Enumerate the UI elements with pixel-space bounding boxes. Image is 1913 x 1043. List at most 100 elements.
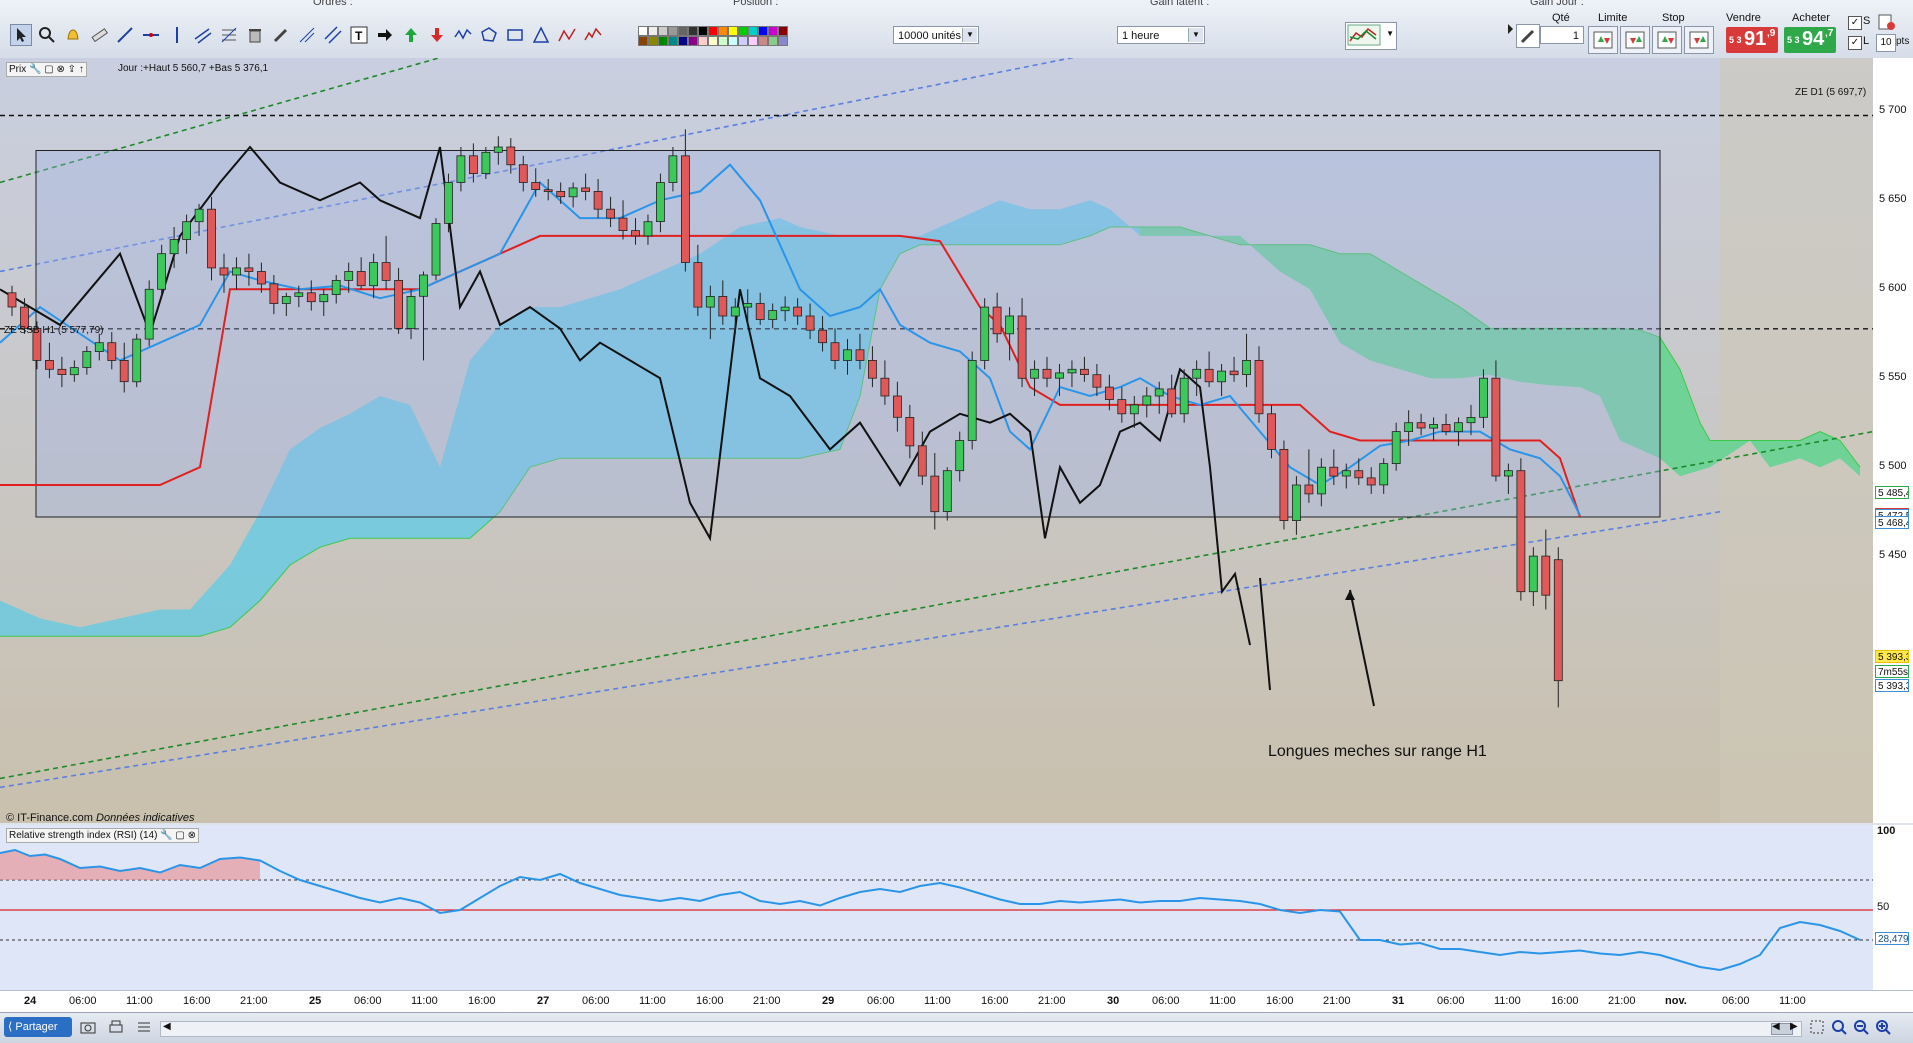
elliott-tool-button[interactable] [582, 24, 604, 46]
pitchfork-tool-button[interactable] [296, 24, 318, 46]
zigzag-tool-button[interactable] [556, 24, 578, 46]
price-axis[interactable]: 5 700 5 650 5 600 5 550 5 500 5 450 5 485,4 5 4… [1873, 58, 1913, 823]
color-swatch[interactable] [658, 36, 668, 46]
color-swatch[interactable] [728, 26, 738, 36]
delete-tool-button[interactable] [244, 24, 266, 46]
color-swatch[interactable] [708, 26, 718, 36]
sell-arrow-tool-button[interactable] [426, 24, 448, 46]
zoom-out-button[interactable] [1852, 1018, 1870, 1036]
color-swatch[interactable] [778, 36, 788, 46]
color-swatch[interactable] [738, 36, 748, 46]
fit-button[interactable] [1808, 1018, 1826, 1036]
timeframe-select[interactable]: 1 heure ▼ [1117, 26, 1205, 44]
checkbox-s[interactable]: ✓ [1848, 16, 1862, 30]
collapse-panel-icon[interactable] [1508, 18, 1514, 40]
zoom-tool-button[interactable] [36, 24, 58, 46]
sell-button[interactable]: 5 3 91 ,9 [1726, 27, 1778, 53]
pointer-tool-button[interactable] [10, 24, 32, 46]
color-swatch[interactable] [688, 36, 698, 46]
arrow-right-icon [378, 29, 392, 41]
scroll-left-icon[interactable]: ◀ [163, 1021, 171, 1032]
magnet-tool-button[interactable] [270, 24, 292, 46]
buy-button[interactable]: 5 3 94 ,7 [1784, 27, 1836, 53]
rsi-axis[interactable]: 100 50 28,479 [1873, 825, 1913, 990]
qty-input[interactable]: 1 [1540, 26, 1584, 44]
color-swatch[interactable] [758, 26, 768, 36]
trendline-tool-button[interactable] [114, 24, 136, 46]
color-swatch[interactable] [678, 26, 688, 36]
stop-buy-button[interactable] [1652, 26, 1682, 54]
close-icon[interactable]: ⊗ [56, 64, 64, 75]
buy-arrow-tool-button[interactable] [400, 24, 422, 46]
color-swatch[interactable] [668, 36, 678, 46]
candle-body [1341, 470, 1351, 477]
settings-wrench-button[interactable] [1516, 24, 1540, 48]
color-swatch[interactable] [678, 36, 688, 46]
color-palette[interactable] [638, 24, 788, 48]
parallel-tool-button[interactable] [322, 24, 344, 46]
candle-body [556, 190, 566, 198]
color-swatch[interactable] [638, 26, 648, 36]
up-arrow-icon[interactable]: ↑ [79, 64, 84, 75]
channel-tool-button[interactable] [192, 24, 214, 46]
window-icon[interactable]: ▢ [175, 830, 184, 841]
ruler-tool-button[interactable] [88, 24, 110, 46]
alert-tool-button[interactable] [62, 24, 84, 46]
window-icon[interactable]: ▢ [44, 64, 53, 75]
wrench-icon[interactable]: 🔧 [160, 830, 172, 841]
hline-tool-button[interactable] [140, 24, 162, 46]
text-tool-button[interactable]: T [348, 24, 370, 46]
horizontal-scrollbar[interactable]: ◀ [160, 1021, 1802, 1037]
price-chart[interactable]: Longues meches sur range H1 ZE D1 (5 697… [0, 58, 1873, 823]
channel-icon [194, 28, 212, 44]
stop-sell-button[interactable] [1684, 26, 1714, 54]
zoom-in-button[interactable] [1874, 1018, 1892, 1036]
color-swatch[interactable] [738, 26, 748, 36]
fibo-tool-button[interactable] [218, 24, 240, 46]
pts-input[interactable]: 10 [1876, 34, 1896, 52]
color-swatch[interactable] [648, 36, 658, 46]
share-button[interactable]: ⟨ Partager [4, 1017, 72, 1037]
color-swatch[interactable] [718, 26, 728, 36]
color-swatch[interactable] [748, 36, 758, 46]
limit-sell-button[interactable] [1620, 26, 1650, 54]
arrow-tool-button[interactable] [374, 24, 396, 46]
color-swatch[interactable] [708, 36, 718, 46]
color-swatch[interactable] [778, 26, 788, 36]
color-swatch[interactable] [668, 26, 678, 36]
color-swatch[interactable] [718, 36, 728, 46]
color-swatch[interactable] [698, 36, 708, 46]
checkbox-l[interactable]: ✓ [1848, 36, 1862, 50]
rectangle-tool-button[interactable] [504, 24, 526, 46]
screenshot-button[interactable] [80, 1019, 96, 1035]
triangle-tool-button[interactable] [530, 24, 552, 46]
color-swatch[interactable] [698, 26, 708, 36]
limit-buy-button[interactable] [1588, 26, 1618, 54]
scroll-right-end-icon[interactable]: ▶ [1790, 1021, 1798, 1032]
color-swatch[interactable] [768, 26, 778, 36]
rsi-chart[interactable] [0, 825, 1873, 990]
print-button[interactable] [108, 1019, 124, 1035]
time-axis[interactable]: 24 06:00 11:00 16:00 21:00 25 06:00 11:00 16:00 2… [0, 990, 1913, 1013]
wrench-icon[interactable]: 🔧 [29, 64, 41, 75]
list-button[interactable] [136, 1019, 152, 1035]
order-ticket-button[interactable] [1876, 12, 1896, 32]
quantity-select[interactable]: 10000 unités ▼ [893, 26, 979, 44]
color-swatch[interactable] [648, 26, 658, 36]
close-icon[interactable]: ⊗ [188, 830, 196, 841]
color-swatch[interactable] [658, 26, 668, 36]
vline-tool-button[interactable] [166, 24, 188, 46]
lasso-tool-button[interactable] [478, 24, 500, 46]
freehand-tool-button[interactable] [452, 24, 474, 46]
color-swatch[interactable] [688, 26, 698, 36]
color-swatch[interactable] [748, 26, 758, 36]
scroll-right-icon[interactable]: ◀ [1772, 1021, 1780, 1032]
zoom-fit-button[interactable] [1830, 1018, 1848, 1036]
color-swatch[interactable] [768, 36, 778, 46]
color-swatch[interactable] [638, 36, 648, 46]
color-swatch[interactable] [758, 36, 768, 46]
export-icon[interactable]: ⇪ [68, 64, 76, 75]
range-box[interactable] [35, 150, 1661, 518]
color-swatch[interactable] [728, 36, 738, 46]
indicators-button[interactable]: ▼ [1345, 22, 1397, 50]
